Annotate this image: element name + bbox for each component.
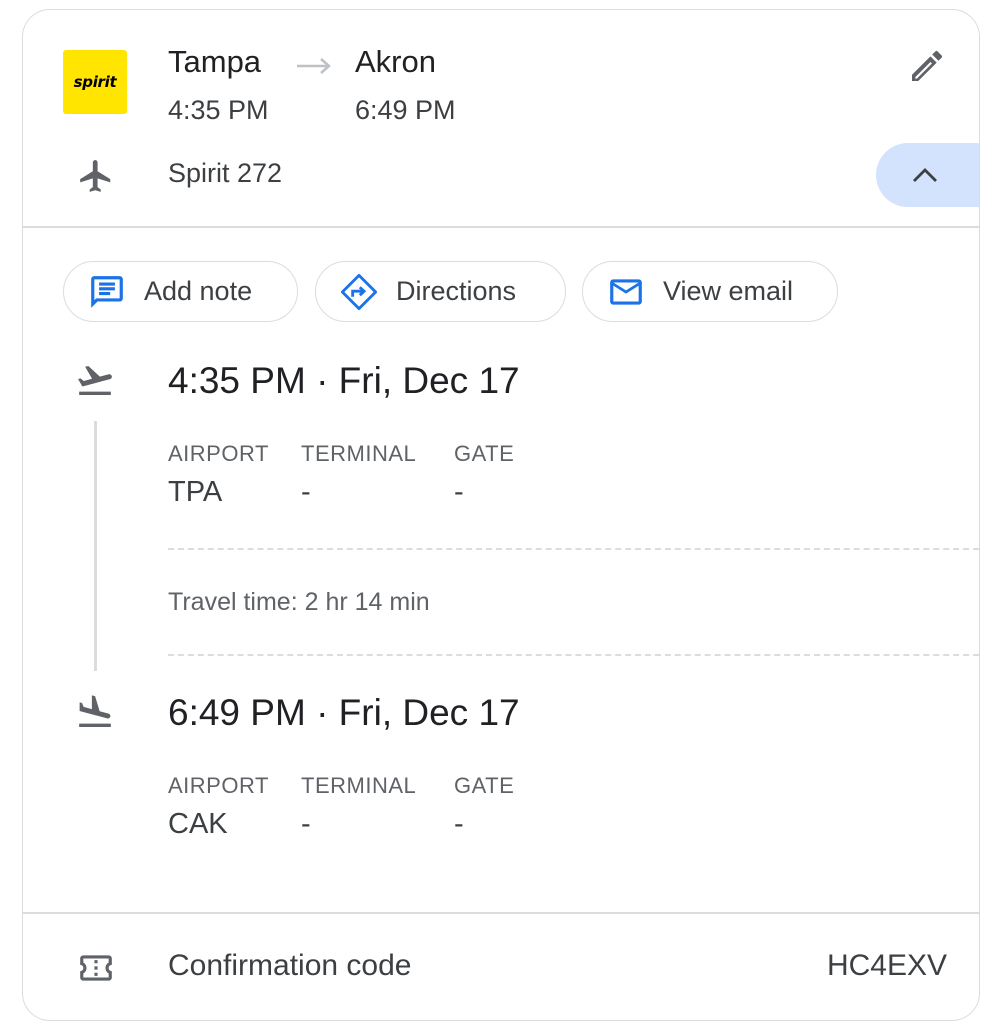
note-icon (91, 275, 123, 308)
arrival-airport: CAK (168, 808, 228, 840)
ticket-icon (80, 955, 112, 981)
timeline-line (94, 421, 97, 671)
confirmation-label: Confirmation code (168, 949, 412, 982)
airplane-icon (80, 160, 111, 192)
arrival-gate-label: GATE (454, 773, 515, 798)
flight-card: spirit Tampa Akron 4:35 PM 6:49 PM Spiri… (22, 9, 980, 1021)
departure-terminal: - (301, 476, 311, 508)
add-note-button[interactable]: Add note (63, 261, 298, 322)
confirmation-code: HC4EXV (826, 949, 947, 982)
destination-city: Akron (355, 44, 436, 79)
takeoff-icon (78, 365, 112, 395)
confirmation-divider (23, 912, 979, 914)
origin-city: Tampa (168, 44, 262, 79)
directions-icon (340, 273, 378, 310)
header-arrive-time: 6:49 PM (355, 95, 456, 125)
departure-datetime: 4:35 PM · Fri, Dec 17 (168, 360, 520, 401)
arrival-terminal-label: TERMINAL (301, 773, 417, 798)
pencil-icon (912, 50, 943, 81)
header-divider (23, 226, 979, 228)
edit-button[interactable] (907, 46, 947, 86)
flight-number: Spirit 272 (168, 158, 283, 188)
view-email-button[interactable]: View email (582, 261, 838, 322)
departure-gate-label: GATE (454, 441, 515, 466)
mail-icon (610, 278, 642, 305)
airline-logo-text: spirit (73, 73, 117, 91)
collapse-button[interactable] (876, 143, 979, 207)
dashed-divider-top (168, 548, 979, 550)
airline-logo: spirit (63, 50, 127, 114)
header-depart-time: 4:35 PM (168, 95, 269, 125)
add-note-label: Add note (144, 276, 253, 306)
view-email-label: View email (663, 276, 794, 306)
arrival-airport-label: AIRPORT (168, 773, 269, 798)
directions-label: Directions (396, 276, 517, 306)
dashed-divider-bottom (168, 654, 979, 656)
directions-button[interactable]: Directions (315, 261, 566, 322)
arrival-gate: - (454, 808, 464, 840)
departure-terminal-label: TERMINAL (301, 441, 417, 466)
arrival-datetime: 6:49 PM · Fri, Dec 17 (168, 692, 520, 733)
travel-time: Travel time: 2 hr 14 min (168, 588, 430, 616)
chevron-up-icon (913, 168, 937, 182)
departure-gate: - (454, 476, 464, 508)
landing-icon (79, 695, 111, 727)
departure-airport: TPA (168, 476, 223, 508)
arrow-right-icon (297, 58, 331, 74)
arrival-terminal: - (301, 808, 311, 840)
departure-airport-label: AIRPORT (168, 441, 269, 466)
